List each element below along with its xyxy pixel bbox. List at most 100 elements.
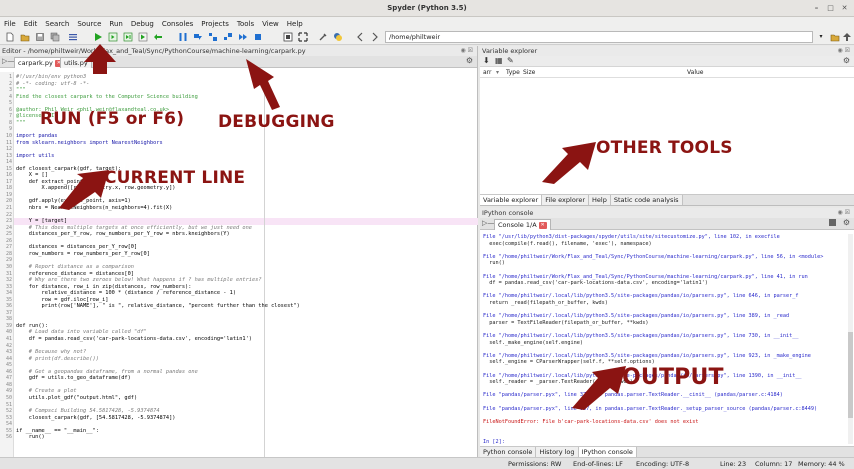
menu-run[interactable]: Run: [109, 20, 122, 28]
console-pane-title: IPython console: [482, 209, 534, 217]
back-arrow-icon[interactable]: [355, 32, 365, 42]
variable-table-header: arr ▾ Type Size Value: [480, 67, 854, 78]
gear-icon[interactable]: ⚙: [466, 56, 473, 65]
line-number: 51: [5, 401, 12, 408]
maximize-pane-icon[interactable]: [283, 32, 293, 42]
menu-help[interactable]: Help: [287, 20, 303, 28]
tab-variable-explorer[interactable]: Variable explorer: [480, 195, 543, 205]
line-number: 13: [5, 152, 12, 159]
current-line-highlight: [0, 218, 478, 225]
run-cell-advance-icon[interactable]: [123, 32, 133, 42]
save-icon[interactable]: [35, 32, 45, 42]
sort-chevron-icon[interactable]: ▾: [496, 67, 499, 78]
current-line-annotation-arrow: [59, 170, 109, 210]
tab-python-console[interactable]: Python console: [480, 447, 537, 457]
menu-view[interactable]: View: [262, 20, 279, 28]
other-tools-annotation: OTHER TOOLS: [596, 138, 733, 158]
browse-tabs-icon[interactable]: ▷—: [2, 57, 14, 65]
code-line: closest_carpark(gdf, [54.5817428, -5.937…: [16, 414, 176, 421]
edit-data-icon[interactable]: ✎: [507, 56, 514, 65]
working-directory-input[interactable]: /home/philtweir: [385, 31, 813, 43]
open-folder-icon[interactable]: [20, 32, 30, 42]
line-number: 17: [5, 178, 12, 185]
code-line: # Because why not?: [16, 349, 87, 356]
close-icon[interactable]: ✕: [839, 3, 850, 14]
column-header-arr[interactable]: arr: [483, 67, 492, 78]
line-number: 34: [5, 290, 12, 297]
new-file-icon[interactable]: [5, 32, 15, 42]
minimize-icon[interactable]: –: [811, 3, 822, 14]
python-path-icon[interactable]: [333, 32, 343, 42]
debug-icon[interactable]: [178, 32, 188, 42]
tab-close-icon[interactable]: ✕: [538, 221, 547, 229]
save-all-icon[interactable]: [50, 32, 60, 42]
interrupt-kernel-icon[interactable]: [829, 219, 836, 226]
maximize-icon[interactable]: □: [825, 3, 836, 14]
parent-directory-icon[interactable]: [842, 32, 852, 42]
run-cell-icon[interactable]: [108, 32, 118, 42]
scrollbar-thumb[interactable]: [848, 332, 853, 418]
import-data-icon[interactable]: ⬇: [483, 56, 490, 65]
console-line: File "pandas/parser.pyx", line 667, in p…: [483, 405, 818, 412]
line-number: 37: [5, 309, 12, 316]
stop-debug-icon[interactable]: [253, 32, 263, 42]
tab-help[interactable]: Help: [589, 195, 611, 205]
menu-search[interactable]: Search: [45, 20, 69, 28]
line-number: 53: [5, 414, 12, 421]
code-line: relative_distance = 100 * (distance / re…: [16, 290, 237, 297]
menu-debug[interactable]: Debug: [131, 20, 154, 28]
browse-tabs-icon[interactable]: ▷—: [482, 219, 494, 227]
line-number-gutter: 1 2 3 4 5 6 7 8 9 10 11 12 13 14 15 16 17 18 19 20 21 22 23 24 2…: [0, 72, 14, 457]
menu-source[interactable]: Source: [77, 20, 101, 28]
step-return-icon[interactable]: [223, 32, 233, 42]
browse-folder-icon[interactable]: [830, 32, 840, 42]
console-line: File "/usr/lib/python3/dist-packages/spy…: [483, 234, 780, 240]
column-header-size[interactable]: Size: [523, 67, 535, 78]
menu-file[interactable]: File: [4, 20, 16, 28]
status-bar: Permissions: RW End-of-lines: LF Encodin…: [0, 457, 854, 469]
pane-controls-icon[interactable]: ◉ ☒: [460, 46, 473, 56]
menu-consoles[interactable]: Consoles: [162, 20, 193, 28]
rerun-icon[interactable]: [153, 32, 163, 42]
code-line: utils.plot_gdf("output.html", gdf): [16, 394, 138, 401]
gear-icon[interactable]: ⚙: [843, 218, 850, 227]
menu-bar: File Edit Search Source Run Debug Consol…: [0, 17, 854, 30]
preferences-icon[interactable]: [318, 32, 328, 42]
tab-history-log[interactable]: History log: [536, 447, 579, 457]
tab-carpark-py[interactable]: carpark.py ✕: [14, 57, 67, 68]
list-icon[interactable]: [68, 32, 78, 42]
continue-icon[interactable]: [238, 32, 248, 42]
fullscreen-icon[interactable]: [298, 32, 308, 42]
run-selection-icon[interactable]: [138, 32, 148, 42]
menu-projects[interactable]: Projects: [201, 20, 229, 28]
menu-tools[interactable]: Tools: [237, 20, 254, 28]
step-icon[interactable]: [193, 32, 203, 42]
code-line: distances = distances_per_Y_row[0]: [16, 244, 138, 251]
tab-file-explorer[interactable]: File explorer: [542, 195, 590, 205]
menu-edit[interactable]: Edit: [24, 20, 38, 28]
gear-icon[interactable]: ⚙: [843, 56, 850, 65]
console-line: return _read(filepath_or_buffer, kwds): [483, 300, 608, 306]
pane-controls-icon[interactable]: ◉ ☒: [837, 46, 850, 56]
line-number: 39: [5, 322, 12, 329]
step-into-icon[interactable]: [208, 32, 218, 42]
chevron-down-icon[interactable]: ▾: [815, 31, 827, 43]
variable-explorer-pane: Variable explorer ◉ ☒ ⬇ ▦ ✎ ⚙ arr ▾ Type…: [480, 46, 854, 206]
window-controls: – □ ✕: [811, 3, 850, 14]
tab-static-code-analysis[interactable]: Static code analysis: [610, 195, 683, 205]
pane-controls-icon[interactable]: ◉ ☒: [837, 208, 850, 218]
line-number: 20: [5, 198, 12, 205]
column-header-value[interactable]: Value: [687, 67, 703, 78]
tab-console-1a[interactable]: Console 1/A ✕: [494, 219, 551, 230]
save-data-icon[interactable]: ▦: [495, 56, 503, 65]
code-line: # Compsci Building 54.5817428, -5.937487…: [16, 408, 160, 415]
tab-ipython-console[interactable]: IPython console: [578, 447, 637, 457]
column-header-type[interactable]: Type: [506, 67, 520, 78]
console-scrollbar[interactable]: [848, 234, 853, 444]
code-line: gdf = utils.to_geo_dataframe(df): [16, 375, 131, 382]
editor-pane-header: Editor - /home/philtweir/Work/Flax_and_T…: [0, 46, 477, 56]
forward-arrow-icon[interactable]: [370, 32, 380, 42]
console-line: File "/home/philtweir/.local/lib/python3…: [483, 313, 790, 320]
line-number: 9: [8, 126, 12, 133]
run-file-icon[interactable]: [93, 32, 103, 42]
